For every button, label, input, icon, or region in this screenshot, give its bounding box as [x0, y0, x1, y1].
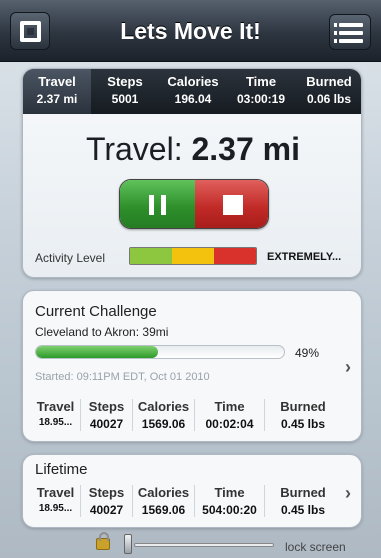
current-challenge-card[interactable]: Current Challenge Cleveland to Akron: 39…	[22, 290, 362, 442]
stat-value: 5001	[111, 92, 139, 106]
stat-time[interactable]: Time 03:00:19	[227, 69, 295, 114]
metric-label: Travel:	[85, 131, 183, 167]
activity-level-bar	[129, 247, 257, 265]
stop-button[interactable]	[195, 180, 268, 228]
activity-level-value: EXTREMELY...	[267, 251, 342, 263]
table-col: Steps 40027	[81, 399, 133, 431]
col-header: Burned	[280, 399, 326, 414]
app-header: Lets Move It!	[0, 0, 381, 62]
table-col: Travel 18.95...	[31, 485, 81, 517]
challenge-route: Cleveland to Akron: 39mi	[35, 325, 169, 339]
col-value: 0.45 lbs	[280, 503, 326, 517]
table-col: Time 00:02:04	[195, 399, 265, 431]
stat-label: Steps	[107, 74, 143, 89]
lifetime-title: Lifetime	[35, 461, 88, 478]
stat-label: Time	[245, 74, 277, 89]
stat-value: 196.04	[174, 92, 212, 106]
stat-value: 2.37 mi	[36, 92, 78, 106]
chevron-right-icon[interactable]: ›	[345, 483, 351, 504]
table-col: Travel 18.95...	[31, 399, 81, 431]
stop-icon	[223, 195, 243, 215]
table-col: Calories 1569.06	[133, 485, 195, 517]
challenge-stats-table: Travel 18.95... Steps 40027 Calories 156…	[31, 399, 341, 431]
app-title: Lets Move It!	[120, 18, 261, 44]
challenge-progress-bar	[35, 345, 285, 359]
chevron-right-icon[interactable]: ›	[345, 357, 351, 378]
stat-label: Burned	[306, 74, 352, 89]
activity-level-label: Activity Level	[35, 251, 106, 265]
app-logo-icon[interactable]	[10, 12, 50, 50]
col-value: 1569.06	[141, 503, 186, 517]
stat-burned[interactable]: Burned 0.06 lbs	[295, 69, 361, 114]
stat-value: 0.06 lbs	[306, 92, 352, 106]
col-header: Time	[214, 399, 245, 414]
col-header: Travel	[36, 485, 75, 500]
col-value: 00:02:04	[205, 417, 254, 431]
col-header: Steps	[88, 399, 125, 414]
col-header: Calories	[137, 485, 190, 500]
col-header: Calories	[137, 399, 190, 414]
table-col: Calories 1569.06	[133, 399, 195, 431]
table-col: Steps 40027	[81, 485, 133, 517]
col-header: Burned	[280, 485, 326, 500]
activity-card: Travel 2.37 mi Steps 5001 Calories 196.0…	[22, 68, 362, 278]
col-header: Steps	[88, 485, 125, 500]
lock-slider-track[interactable]	[134, 543, 274, 547]
col-header: Time	[214, 485, 245, 500]
lifetime-stats-table: Travel 18.95... Steps 40027 Calories 156…	[31, 485, 341, 517]
metric-value: 2.37 mi	[191, 131, 300, 167]
current-metric: Travel: 2.37 mi	[23, 131, 361, 168]
col-header: Travel	[36, 399, 75, 414]
stat-calories[interactable]: Calories 196.04	[159, 69, 227, 114]
col-value: 1569.06	[141, 417, 186, 431]
col-value: 18.95...	[38, 417, 73, 428]
col-value: 0.45 lbs	[280, 417, 326, 431]
table-col: Burned 0.45 lbs	[265, 485, 341, 517]
stats-strip: Travel 2.37 mi Steps 5001 Calories 196.0…	[23, 69, 361, 114]
table-col: Time 504:00:20	[195, 485, 265, 517]
table-col: Burned 0.45 lbs	[265, 399, 341, 431]
menu-list-icon[interactable]	[329, 14, 371, 50]
stat-label: Calories	[167, 74, 219, 89]
pause-button[interactable]	[120, 180, 195, 228]
activity-segment-mid	[172, 248, 214, 264]
stat-travel[interactable]: Travel 2.37 mi	[23, 69, 91, 114]
stat-label: Travel	[38, 74, 76, 89]
activity-segment-high	[214, 248, 256, 264]
col-value: 18.95...	[38, 503, 73, 514]
lifetime-card[interactable]: Lifetime › Travel 18.95... Steps 40027 C…	[22, 454, 362, 528]
stat-steps[interactable]: Steps 5001	[91, 69, 159, 114]
col-value: 40027	[89, 417, 124, 431]
lock-screen-label: lock screen	[285, 540, 346, 554]
tracking-controls	[119, 179, 269, 229]
stat-value: 03:00:19	[236, 92, 286, 106]
col-value: 504:00:20	[202, 503, 257, 517]
challenge-title: Current Challenge	[35, 303, 157, 320]
activity-segment-low	[130, 248, 172, 264]
challenge-progress-fill	[36, 346, 158, 358]
lock-slider-handle[interactable]	[124, 534, 132, 554]
challenge-progress-percent: 49%	[295, 346, 320, 360]
lock-icon	[96, 532, 110, 550]
challenge-started: Started: 09:11PM EDT, Oct 01 2010	[35, 371, 210, 383]
col-value: 40027	[89, 503, 124, 517]
